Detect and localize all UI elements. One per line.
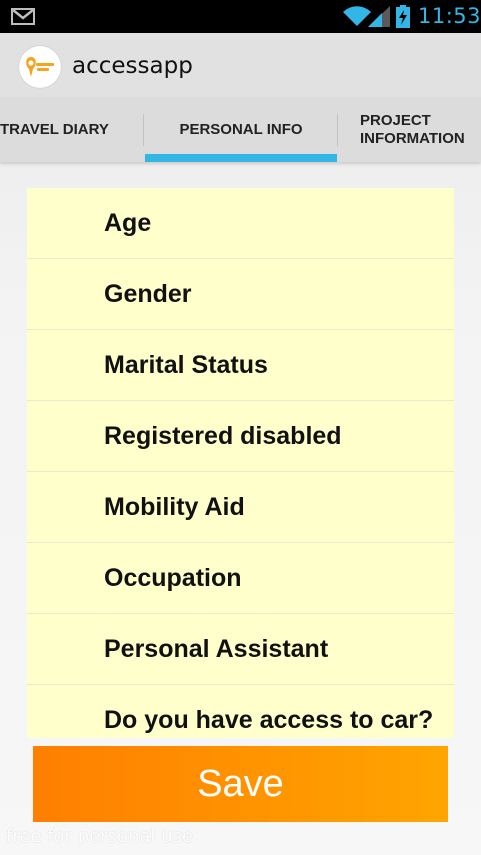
battery-charging-icon — [396, 5, 410, 33]
personal-info-list[interactable]: Age Gender Marital Status Registered dis… — [27, 188, 454, 738]
tab-label: PERSONAL INFO — [179, 121, 303, 138]
status-bar: 11:53 — [0, 0, 481, 33]
app-title: accessapp — [72, 53, 193, 79]
tab-personal-info[interactable]: PERSONAL INFO — [145, 97, 337, 162]
list-item-personal-assistant[interactable]: Personal Assistant — [27, 614, 454, 685]
tab-travel-diary[interactable]: TRAVEL DIARY — [0, 97, 143, 162]
list-item-label: Occupation — [104, 563, 242, 592]
wifi-icon — [343, 5, 371, 32]
list-item-label: Do you have access to car? — [104, 705, 434, 734]
list-item-mobility-aid[interactable]: Mobility Aid — [27, 472, 454, 543]
watermark-text: free for personal use — [6, 826, 193, 847]
selected-tab-indicator — [145, 154, 337, 162]
signal-icon — [368, 6, 390, 32]
list-item-label: Mobility Aid — [104, 492, 245, 521]
list-item-label: Age — [104, 208, 152, 237]
clock-time: 11:53 — [418, 4, 481, 28]
list-item-label: Marital Status — [104, 350, 268, 379]
list-item-car-access[interactable]: Do you have access to car? — [27, 685, 454, 738]
action-bar: accessapp — [0, 33, 481, 97]
list-item-label: Personal Assistant — [104, 634, 329, 663]
tab-label: TRAVEL DIARY — [0, 121, 109, 138]
gmail-icon — [11, 8, 35, 30]
tab-project-information[interactable]: PROJECT INFORMATION — [338, 97, 481, 162]
save-button[interactable]: Save — [33, 746, 448, 822]
list-item-label: Registered disabled — [104, 421, 342, 450]
tab-divider — [143, 114, 144, 146]
list-item-occupation[interactable]: Occupation — [27, 543, 454, 614]
tab-bar: TRAVEL DIARY PERSONAL INFO PROJECT INFOR… — [0, 97, 481, 162]
list-item-registered-disabled[interactable]: Registered disabled — [27, 401, 454, 472]
list-item-marital-status[interactable]: Marital Status — [27, 330, 454, 401]
accessapp-logo-icon[interactable] — [19, 46, 61, 88]
tab-label: PROJECT INFORMATION — [360, 111, 465, 147]
list-item-age[interactable]: Age — [27, 188, 454, 259]
list-item-gender[interactable]: Gender — [27, 259, 454, 330]
list-item-label: Gender — [104, 279, 192, 308]
